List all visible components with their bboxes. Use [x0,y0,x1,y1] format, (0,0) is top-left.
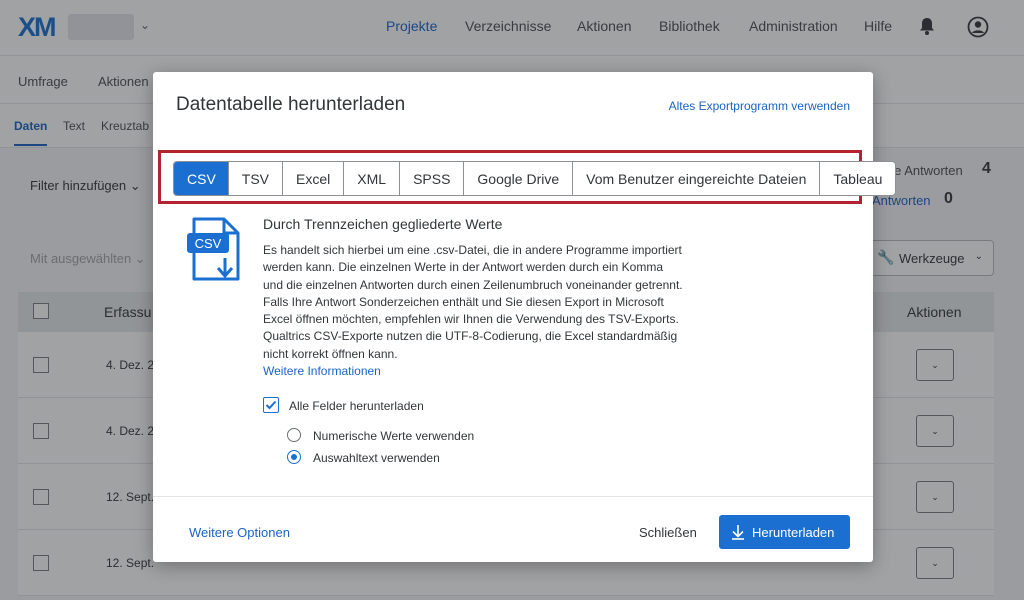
format-google-drive[interactable]: Google Drive [463,162,573,195]
download-button[interactable]: Herunterladen [719,515,850,549]
csv-file-download-icon: CSV [187,217,240,281]
download-arrow-icon [732,525,744,540]
format-description: Es handelt sich hierbei um eine .csv-Dat… [263,243,683,361]
more-options-link[interactable]: Weitere Optionen [189,525,290,540]
use-legacy-exporter-link[interactable]: Altes Exportprogramm verwenden [669,99,850,113]
download-data-table-dialog: Datentabelle herunterladen Altes Exportp… [153,72,897,562]
format-excel[interactable]: Excel [282,162,344,195]
format-user-submitted-files[interactable]: Vom Benutzer eingereichte Dateien [572,162,820,195]
numeric-values-label: Numerische Werte verwenden [313,429,475,443]
dialog-footer: Weitere Optionen Schließen Herunterladen [153,496,873,562]
download-button-label: Herunterladen [752,525,835,540]
numeric-values-radio[interactable] [287,428,301,442]
format-csv[interactable]: CSV [174,162,228,195]
download-all-fields-label: Alle Felder herunterladen [289,399,424,413]
choice-text-label: Auswahltext verwenden [313,451,440,465]
format-section-title: Durch Trennzeichen gegliederte Werte [263,216,503,232]
format-tsv[interactable]: TSV [227,162,283,195]
more-information-link[interactable]: Weitere Informationen [263,364,381,378]
format-spss[interactable]: SPSS [399,162,464,195]
download-all-fields-checkbox[interactable] [263,397,279,413]
export-format-selector: CSV TSV Excel XML SPSS Google Drive Vom … [173,161,897,196]
csv-icon-label: CSV [195,236,222,251]
format-tableau[interactable]: Tableau [819,162,896,195]
close-button[interactable]: Schließen [639,525,697,540]
choice-text-radio[interactable] [287,450,301,464]
dialog-title: Datentabelle herunterladen [176,94,406,115]
format-xml[interactable]: XML [343,162,400,195]
checkmark-icon [265,400,277,410]
